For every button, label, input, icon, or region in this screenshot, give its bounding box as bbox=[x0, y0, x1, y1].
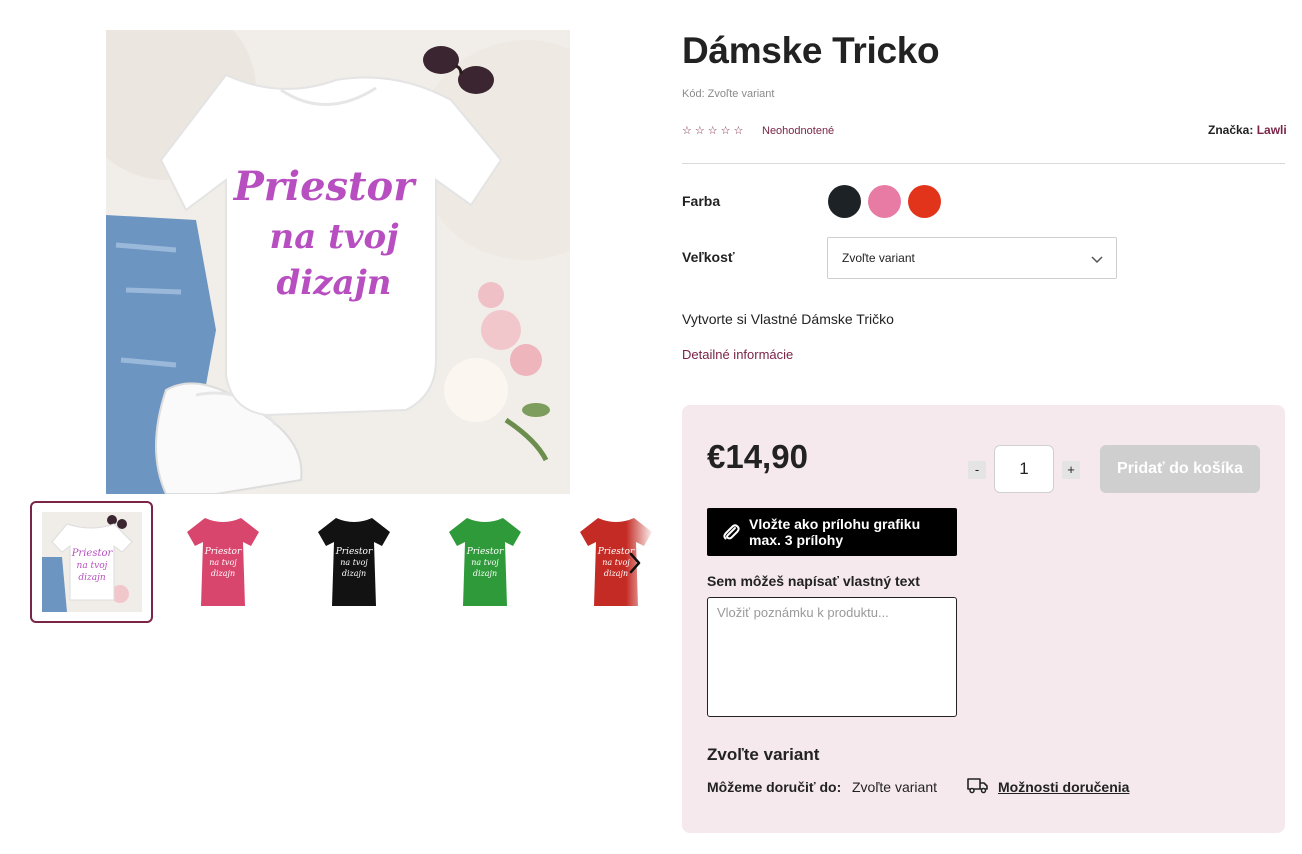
svg-text:dizajn: dizajn bbox=[472, 569, 496, 578]
svg-text:na tvoj: na tvoj bbox=[209, 558, 237, 567]
thumbnail-green[interactable]: Priestor na tvoj dizajn bbox=[423, 501, 546, 623]
star-icon[interactable]: ☆ bbox=[708, 124, 718, 138]
rating-stars[interactable]: ☆ ☆ ☆ ☆ ☆ bbox=[682, 124, 743, 138]
attach-graphics-button[interactable]: Vložte ako prílohu grafiku max. 3 príloh… bbox=[707, 508, 957, 556]
tshirt-black-thumb-icon: Priestor na tvoj dizajn bbox=[317, 518, 390, 606]
svg-text:na tvoj: na tvoj bbox=[471, 558, 499, 567]
buy-box: €14,90 - + Pridať do košíka Vložte ako p… bbox=[682, 405, 1285, 833]
color-swatch-red[interactable] bbox=[908, 185, 941, 218]
color-swatch-black[interactable] bbox=[828, 185, 861, 218]
divider bbox=[682, 163, 1285, 164]
product-note-field[interactable] bbox=[707, 597, 957, 717]
size-label: Veľkosť bbox=[682, 249, 735, 265]
quantity-input[interactable] bbox=[994, 445, 1054, 493]
svg-text:Priestor: Priestor bbox=[70, 548, 113, 559]
note-label: Sem môžeš napísať vlastný text bbox=[707, 573, 920, 589]
svg-text:na tvoj: na tvoj bbox=[76, 561, 107, 571]
product-title: Dámske Tricko bbox=[682, 30, 940, 71]
thumbnail-pink[interactable]: Priestor na tvoj dizajn bbox=[161, 501, 284, 623]
add-to-cart-button[interactable]: Pridať do košíka bbox=[1100, 445, 1260, 493]
tshirt-white-thumb-icon: Priestor na tvoj dizajn bbox=[41, 512, 142, 612]
chevron-right-icon bbox=[629, 552, 641, 574]
price: €14,90 bbox=[707, 438, 808, 475]
chevron-down-icon bbox=[1091, 256, 1103, 264]
details-link[interactable]: Detailné informácie bbox=[682, 347, 793, 362]
gallery-next-button[interactable] bbox=[624, 548, 646, 578]
paperclip-icon bbox=[723, 524, 740, 540]
svg-text:Priestor: Priestor bbox=[465, 547, 503, 557]
delivery-value: Zvoľte variant bbox=[852, 779, 938, 795]
brand-link[interactable]: Lawli bbox=[1257, 123, 1287, 137]
size-select-value: Zvoľte variant bbox=[842, 251, 915, 265]
svg-text:Priestor: Priestor bbox=[334, 547, 372, 557]
brand: Značka: Lawli bbox=[1208, 123, 1287, 137]
product-description: Vytvorte si Vlastné Dámske Tričko bbox=[682, 311, 894, 327]
delivery-label: Môžeme doručiť do: bbox=[707, 779, 842, 795]
star-icon[interactable]: ☆ bbox=[721, 124, 731, 138]
attach-text: Vložte ako prílohu grafiku max. 3 príloh… bbox=[749, 516, 920, 548]
variant-heading: Zvoľte variant bbox=[707, 745, 820, 764]
thumbnail-strip: Priestor na tvoj dizajn Priestor na tvoj… bbox=[30, 501, 677, 623]
svg-text:dizajn: dizajn bbox=[78, 573, 106, 583]
size-select[interactable]: Zvoľte variant bbox=[827, 237, 1117, 279]
star-icon[interactable]: ☆ bbox=[682, 124, 692, 138]
tshirt-green-thumb-icon: Priestor na tvoj dizajn bbox=[448, 518, 521, 606]
svg-text:na tvoj: na tvoj bbox=[269, 217, 399, 257]
color-label: Farba bbox=[682, 193, 721, 209]
svg-text:na tvoj: na tvoj bbox=[340, 558, 368, 567]
quantity-decrease-button[interactable]: - bbox=[968, 461, 986, 479]
rating-link[interactable]: Neohodnotené bbox=[762, 125, 834, 137]
truck-icon bbox=[967, 778, 988, 794]
star-icon[interactable]: ☆ bbox=[695, 124, 705, 138]
svg-text:dizajn: dizajn bbox=[276, 263, 391, 303]
svg-text:Priestor: Priestor bbox=[203, 547, 241, 557]
thumbnail-black[interactable]: Priestor na tvoj dizajn bbox=[292, 501, 415, 623]
product-code: Kód: Zvoľte variant bbox=[682, 88, 775, 100]
quantity-increase-button[interactable]: + bbox=[1062, 461, 1080, 479]
attach-line-1: Vložte ako prílohu grafiku bbox=[749, 516, 921, 532]
attach-line-2: max. 3 prílohy bbox=[749, 532, 844, 548]
thumbnail-white[interactable]: Priestor na tvoj dizajn bbox=[30, 501, 153, 623]
star-icon[interactable]: ☆ bbox=[734, 124, 744, 138]
svg-text:dizajn: dizajn bbox=[341, 569, 365, 578]
tshirt-pink-thumb-icon: Priestor na tvoj dizajn bbox=[186, 518, 259, 606]
svg-text:Priestor: Priestor bbox=[233, 163, 417, 210]
svg-text:dizajn: dizajn bbox=[210, 569, 234, 578]
color-swatch-pink[interactable] bbox=[868, 185, 901, 218]
delivery-options-link[interactable]: Možnosti doručenia bbox=[998, 779, 1129, 795]
product-main-image[interactable]: Priestor na tvoj dizajn bbox=[106, 30, 570, 494]
brand-label: Značka: bbox=[1208, 123, 1254, 137]
main-image-illustration: Priestor na tvoj dizajn bbox=[106, 30, 570, 494]
